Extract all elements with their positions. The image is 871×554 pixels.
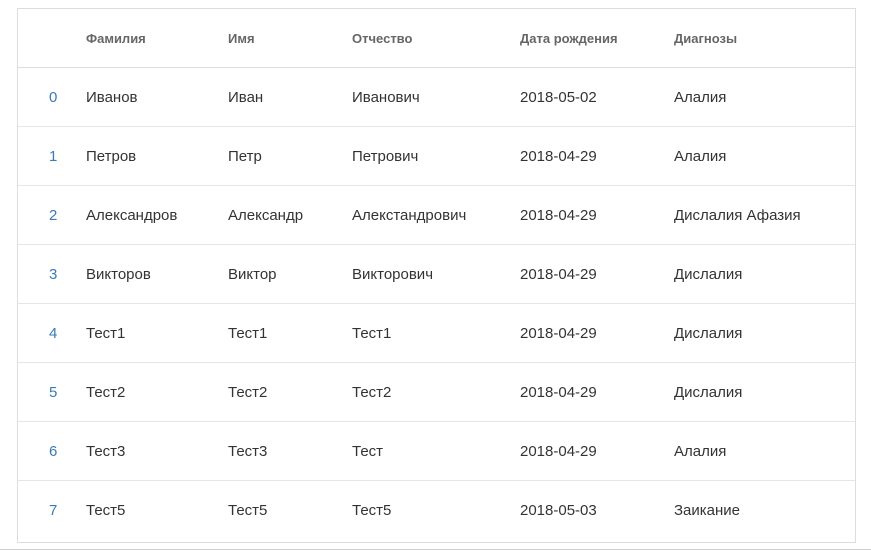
table-row[interactable]: 0 Иванов Иван Иванович 2018-05-02 Алалия — [18, 67, 855, 127]
patients-table: Фамилия Имя Отчество Дата рождения Диагн… — [18, 9, 855, 539]
row-index-cell: 4 — [18, 303, 86, 363]
row-index-link[interactable]: 4 — [18, 325, 57, 342]
diagnoses-cell: Дислалия Афазия — [674, 185, 855, 245]
diagnoses-cell: Дислалия — [674, 303, 855, 363]
middle-name-cell: Тест5 — [352, 501, 392, 519]
row-index-link[interactable]: 0 — [18, 89, 57, 106]
diagnoses-cell: Алалия — [674, 421, 855, 481]
last-name-cell: Тест2 — [86, 362, 228, 422]
first-name-cell: Тест1 — [228, 303, 352, 363]
last-name-cell: Тест3 — [86, 421, 228, 481]
row-index-cell: 6 — [18, 421, 86, 481]
middle-name-cell: Тест — [352, 421, 520, 481]
middle-name-cell: Викторович — [352, 244, 520, 304]
table-row[interactable]: 2 Александров Александр Алекстандрович 2… — [18, 185, 855, 245]
bottom-divider — [0, 549, 871, 550]
table-row[interactable]: 3 Викторов Виктор Викторович 2018-04-29 … — [18, 244, 855, 304]
last-name-cell: Тест1 — [86, 303, 228, 363]
diagnoses-cell: Дислалия — [674, 362, 855, 422]
first-name-cell: Александр — [228, 185, 352, 245]
table-row[interactable]: 1 Петров Петр Петрович 2018-04-29 Алалия — [18, 126, 855, 186]
birth-date-cell: 2018-04-29 — [520, 303, 674, 363]
birth-date-cell: 2018-04-29 — [520, 244, 674, 304]
last-name-cell: Викторов — [86, 244, 228, 304]
diagnoses-cell: Заикание — [674, 501, 741, 519]
patients-table-panel: Фамилия Имя Отчество Дата рождения Диагн… — [17, 8, 856, 543]
diagnoses-cell: Дислалия — [674, 244, 855, 304]
row-index-cell: 3 — [18, 244, 86, 304]
last-name-cell: Иванов — [86, 67, 228, 127]
row-index-link[interactable]: 7 — [18, 502, 57, 519]
birth-date-cell: 2018-05-03 — [520, 501, 597, 519]
middle-name-cell: Тест1 — [352, 303, 520, 363]
row-index-link[interactable]: 3 — [18, 266, 57, 283]
diagnoses-cell: Алалия — [674, 126, 855, 186]
table-body: 0 Иванов Иван Иванович 2018-05-02 Алалия… — [18, 67, 855, 540]
row-index-cell: 7 — [18, 481, 86, 540]
row-index-cell: 1 — [18, 126, 86, 186]
first-name-cell: Петр — [228, 126, 352, 186]
header-middle-name[interactable]: Отчество — [352, 9, 520, 68]
header-index — [18, 9, 86, 68]
middle-name-cell: Иванович — [352, 67, 520, 127]
row-index-link[interactable]: 5 — [18, 384, 57, 401]
birth-date-cell: 2018-04-29 — [520, 126, 674, 186]
row-index-cell: 0 — [18, 67, 86, 127]
row-index-link[interactable]: 6 — [18, 443, 57, 460]
table-row[interactable]: 4 Тест1 Тест1 Тест1 2018-04-29 Дислалия — [18, 303, 855, 363]
first-name-cell: Тест2 — [228, 362, 352, 422]
last-name-cell: Тест5 — [86, 501, 126, 519]
birth-date-cell: 2018-04-29 — [520, 362, 674, 422]
table-row[interactable]: 7 Тест5 Тест5 Тест5 2018-05-03 Заикание — [18, 481, 855, 540]
table-row[interactable]: 6 Тест3 Тест3 Тест 2018-04-29 Алалия — [18, 421, 855, 481]
birth-date-cell: 2018-05-02 — [520, 67, 674, 127]
row-index-link[interactable]: 1 — [18, 148, 57, 165]
first-name-cell: Виктор — [228, 244, 352, 304]
first-name-cell: Иван — [228, 67, 352, 127]
row-index-link[interactable]: 2 — [18, 207, 57, 224]
birth-date-cell: 2018-04-29 — [520, 421, 674, 481]
first-name-cell: Тест5 — [228, 501, 268, 519]
header-first-name[interactable]: Имя — [228, 9, 352, 68]
header-birth-date[interactable]: Дата рождения — [520, 9, 674, 68]
middle-name-cell: Петрович — [352, 126, 520, 186]
table-header: Фамилия Имя Отчество Дата рождения Диагн… — [18, 9, 855, 68]
diagnoses-cell: Алалия — [674, 67, 855, 127]
header-diagnoses[interactable]: Диагнозы — [674, 9, 855, 68]
table-row[interactable]: 5 Тест2 Тест2 Тест2 2018-04-29 Дислалия — [18, 362, 855, 422]
last-name-cell: Александров — [86, 185, 228, 245]
header-last-name[interactable]: Фамилия — [86, 9, 228, 68]
row-index-cell: 5 — [18, 362, 86, 422]
middle-name-cell: Тест2 — [352, 362, 520, 422]
row-index-cell: 2 — [18, 185, 86, 245]
last-name-cell: Петров — [86, 126, 228, 186]
header-row: Фамилия Имя Отчество Дата рождения Диагн… — [18, 9, 855, 68]
first-name-cell: Тест3 — [228, 421, 352, 481]
birth-date-cell: 2018-04-29 — [520, 185, 674, 245]
middle-name-cell: Алекстандрович — [352, 185, 520, 245]
